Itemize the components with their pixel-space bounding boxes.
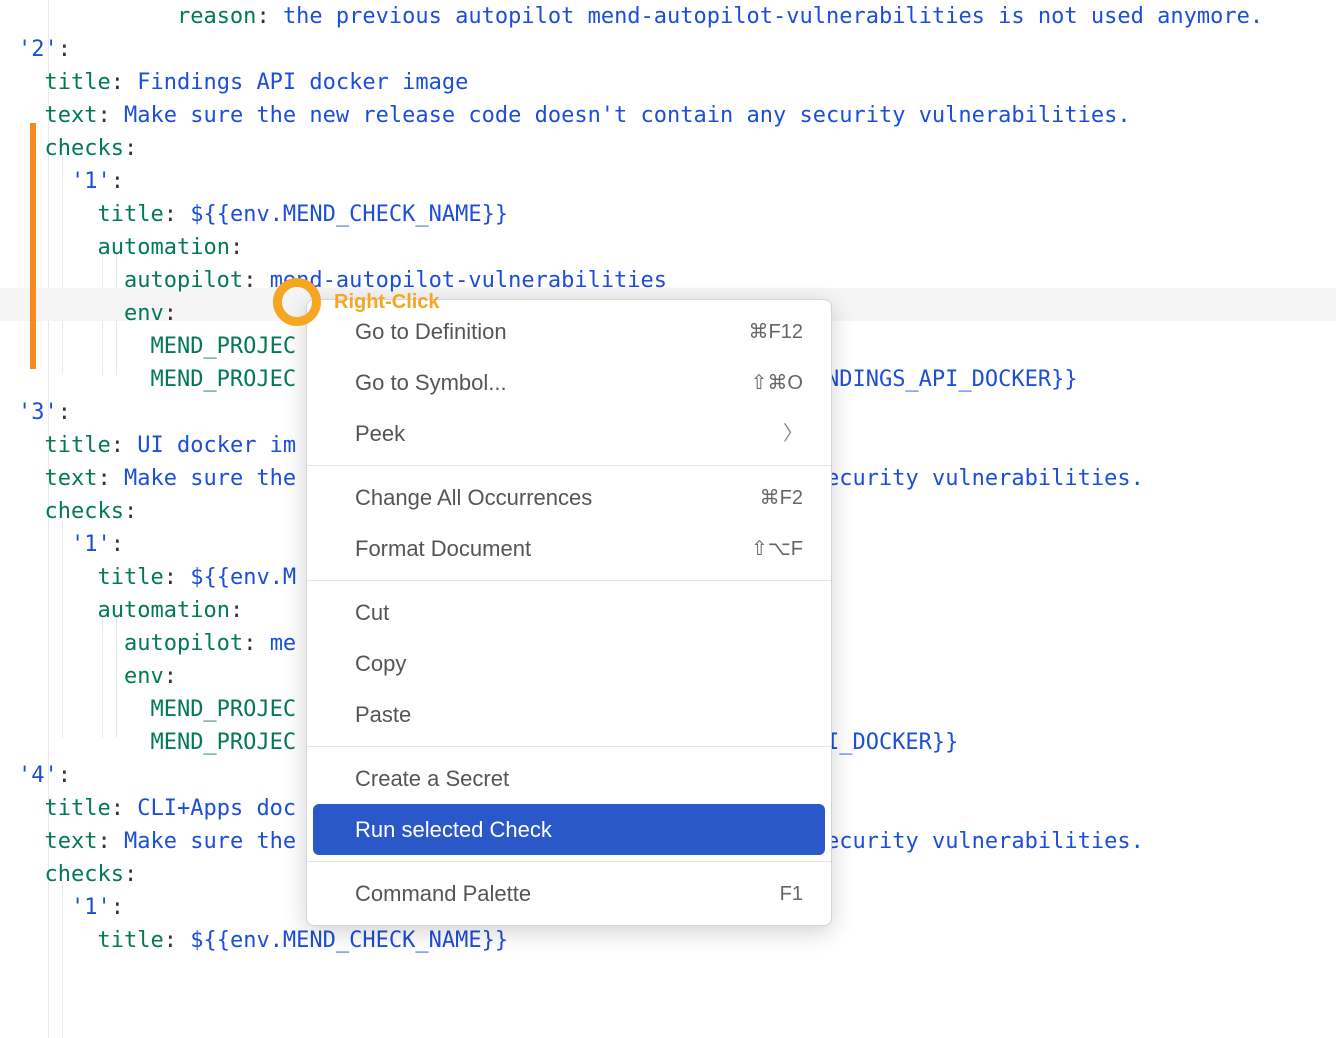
menu-separator bbox=[307, 746, 831, 747]
menu-run-selected-check[interactable]: Run selected Check bbox=[313, 804, 825, 855]
code-line[interactable]: '1': bbox=[18, 165, 1336, 198]
right-click-indicator-icon bbox=[273, 278, 321, 326]
menu-format-document[interactable]: Format Document ⇧⌥F bbox=[307, 523, 831, 574]
chevron-right-icon: 〉 bbox=[783, 419, 803, 449]
menu-label: Go to Symbol... bbox=[355, 366, 507, 399]
menu-change-all-occurrences[interactable]: Change All Occurrences ⌘F2 bbox=[307, 472, 831, 523]
menu-label: Copy bbox=[355, 647, 406, 680]
menu-shortcut: ⇧⌥F bbox=[751, 534, 803, 564]
menu-shortcut: ⇧⌘O bbox=[751, 368, 803, 398]
code-line[interactable]: reason: the previous autopilot mend-auto… bbox=[18, 0, 1336, 33]
menu-label: Command Palette bbox=[355, 877, 531, 910]
menu-peek[interactable]: Peek 〉 bbox=[307, 408, 831, 459]
menu-separator bbox=[307, 861, 831, 862]
menu-label: Paste bbox=[355, 698, 411, 731]
menu-separator bbox=[307, 580, 831, 581]
menu-shortcut: ⌘F12 bbox=[749, 317, 803, 347]
menu-label: Run selected Check bbox=[355, 813, 552, 846]
code-line[interactable]: title: ${{env.MEND_CHECK_NAME}} bbox=[18, 198, 1336, 231]
menu-paste[interactable]: Paste bbox=[307, 689, 831, 740]
menu-shortcut: F1 bbox=[780, 879, 803, 909]
code-line[interactable]: autopilot: mend-autopilot-vulnerabilitie… bbox=[18, 264, 1336, 297]
code-line[interactable]: '2': bbox=[18, 33, 1336, 66]
menu-go-to-symbol[interactable]: Go to Symbol... ⇧⌘O bbox=[307, 357, 831, 408]
menu-label: Format Document bbox=[355, 532, 531, 565]
menu-label: Go to Definition bbox=[355, 315, 507, 348]
code-line[interactable]: text: Make sure the new release code doe… bbox=[18, 99, 1336, 132]
menu-copy[interactable]: Copy bbox=[307, 638, 831, 689]
menu-create-secret[interactable]: Create a Secret bbox=[307, 753, 831, 804]
menu-label: Cut bbox=[355, 596, 389, 629]
menu-label: Create a Secret bbox=[355, 762, 509, 795]
menu-separator bbox=[307, 465, 831, 466]
menu-cut[interactable]: Cut bbox=[307, 587, 831, 638]
code-line[interactable]: checks: bbox=[18, 132, 1336, 165]
code-line[interactable]: title: ${{env.MEND_CHECK_NAME}} bbox=[18, 924, 1336, 957]
code-line[interactable]: automation: bbox=[18, 231, 1336, 264]
context-menu: Go to Definition ⌘F12 Go to Symbol... ⇧⌘… bbox=[306, 299, 832, 926]
right-click-label: Right-Click bbox=[334, 287, 440, 317]
menu-label: Peek bbox=[355, 417, 405, 450]
menu-shortcut: ⌘F2 bbox=[760, 483, 803, 513]
menu-label: Change All Occurrences bbox=[355, 481, 592, 514]
menu-command-palette[interactable]: Command Palette F1 bbox=[307, 868, 831, 919]
code-line[interactable]: title: Findings API docker image bbox=[18, 66, 1336, 99]
